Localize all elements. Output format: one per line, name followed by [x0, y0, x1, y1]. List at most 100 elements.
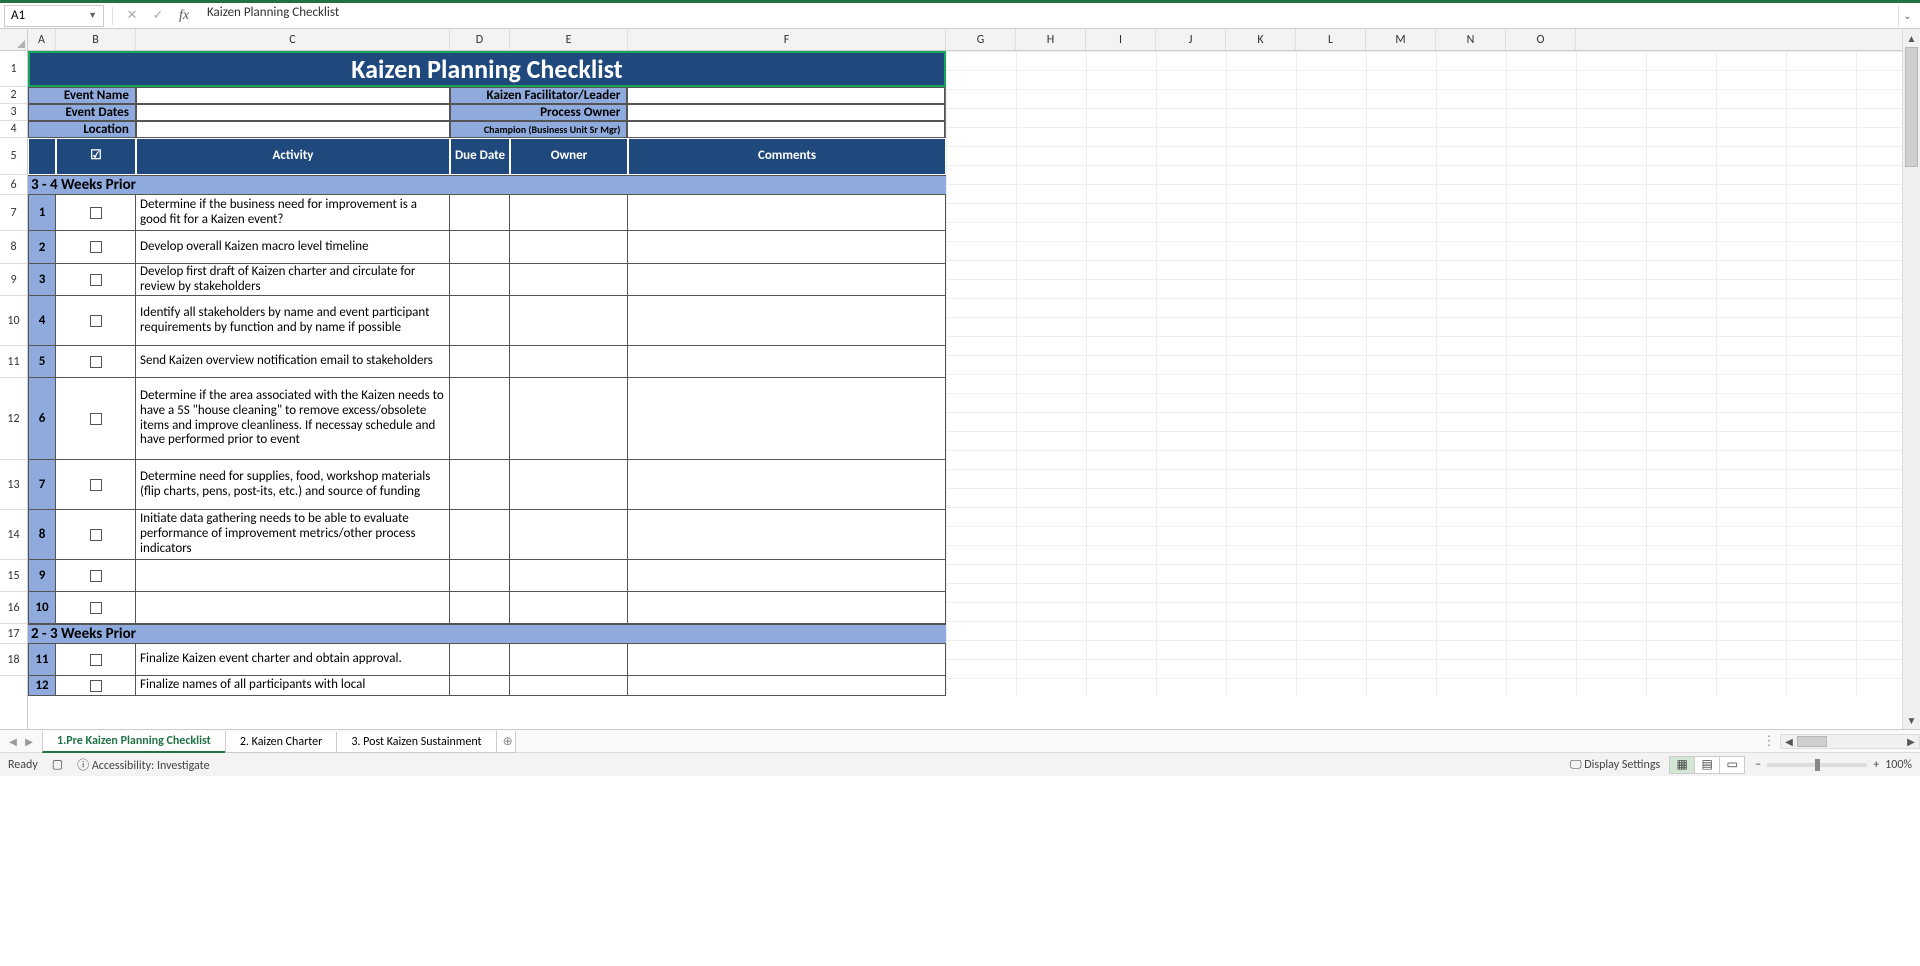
empty-grid[interactable] [946, 51, 1902, 696]
formula-input[interactable]: Kaizen Planning Checklist [199, 5, 1894, 27]
zoom-out-button[interactable]: − [1755, 758, 1761, 772]
activity-text[interactable]: Initiate data gathering needs to be able… [136, 510, 450, 559]
activity-checkbox[interactable] [56, 460, 136, 509]
display-settings-button[interactable]: 🖵 Display Settings [1570, 758, 1660, 772]
activity-comments[interactable] [628, 264, 946, 295]
row-header-17[interactable]: 17 [0, 624, 27, 644]
sheet-tab[interactable]: 3. Post Kaizen Sustainment [336, 732, 496, 753]
column-header-G[interactable]: G [946, 29, 1016, 50]
hscroll-thumb[interactable] [1797, 736, 1827, 747]
row-header-10[interactable]: 10 [0, 296, 27, 346]
name-box[interactable]: A1 ▼ [4, 5, 104, 27]
page-title[interactable]: Kaizen Planning Checklist [28, 51, 946, 87]
row-header-5[interactable]: 5 [0, 138, 27, 175]
meta-value-left[interactable] [136, 121, 450, 138]
activity-owner[interactable] [510, 346, 628, 377]
fx-button[interactable]: fx [173, 5, 195, 27]
activity-comments[interactable] [628, 560, 946, 591]
activity-owner[interactable] [510, 460, 628, 509]
accept-formula-button[interactable]: ✓ [147, 5, 169, 27]
activity-comments[interactable] [628, 195, 946, 230]
page-break-view-button[interactable]: ▭ [1719, 756, 1745, 774]
activity-checkbox[interactable] [56, 296, 136, 345]
activity-checkbox[interactable] [56, 592, 136, 623]
activity-owner[interactable] [510, 644, 628, 675]
row-header-14[interactable]: 14 [0, 510, 27, 560]
accessibility-status[interactable]: ⓘ Accessibility: Investigate [77, 756, 209, 773]
column-header-B[interactable]: B [56, 29, 136, 50]
activity-owner[interactable] [510, 592, 628, 623]
normal-view-button[interactable]: ▦ [1669, 756, 1695, 774]
row-header-2[interactable]: 2 [0, 87, 27, 104]
meta-value-left[interactable] [136, 87, 450, 104]
cancel-formula-button[interactable]: ✕ [121, 5, 143, 27]
column-header-A[interactable]: A [28, 29, 56, 50]
activity-due[interactable] [450, 676, 510, 695]
activity-due[interactable] [450, 510, 510, 559]
activity-comments[interactable] [628, 296, 946, 345]
sheet-tab[interactable]: 2. Kaizen Charter [225, 732, 338, 753]
horizontal-scrollbar[interactable]: ◀ ▶ [1780, 734, 1920, 749]
row-header-12[interactable]: 12 [0, 378, 27, 460]
vertical-scrollbar[interactable]: ▲ ▼ [1902, 29, 1920, 729]
activity-text[interactable]: Determine if the area associated with th… [136, 378, 450, 459]
column-header-H[interactable]: H [1016, 29, 1086, 50]
activity-due[interactable] [450, 592, 510, 623]
row-header-8[interactable]: 8 [0, 231, 27, 264]
activity-comments[interactable] [628, 460, 946, 509]
column-header-F[interactable]: F [628, 29, 946, 50]
activity-checkbox[interactable] [56, 378, 136, 459]
tab-options-button[interactable]: ⋮ [1758, 734, 1780, 749]
activity-text[interactable]: Develop overall Kaizen macro level timel… [136, 231, 450, 263]
activity-checkbox[interactable] [56, 231, 136, 263]
activity-checkbox[interactable] [56, 195, 136, 230]
column-header-L[interactable]: L [1296, 29, 1366, 50]
activity-due[interactable] [450, 346, 510, 377]
row-header-11[interactable]: 11 [0, 346, 27, 378]
activity-due[interactable] [450, 560, 510, 591]
activity-text[interactable]: Send Kaizen overview notification email … [136, 346, 450, 377]
activity-owner[interactable] [510, 510, 628, 559]
activity-text[interactable]: Determine need for supplies, food, works… [136, 460, 450, 509]
activity-comments[interactable] [628, 592, 946, 623]
activity-owner[interactable] [510, 296, 628, 345]
spreadsheet-area[interactable]: ABCDEFGHIJKLMNO Kaizen Planning Checklis… [28, 29, 1902, 729]
activity-due[interactable] [450, 378, 510, 459]
row-header-18[interactable]: 18 [0, 644, 27, 676]
row-header-9[interactable]: 9 [0, 264, 27, 296]
column-header-J[interactable]: J [1156, 29, 1226, 50]
activity-text[interactable]: Finalize Kaizen event charter and obtain… [136, 644, 450, 675]
activity-comments[interactable] [628, 231, 946, 263]
activity-text[interactable]: Identify all stakeholders by name and ev… [136, 296, 450, 345]
add-sheet-button[interactable]: ⊕ [496, 731, 516, 753]
activity-text[interactable] [136, 560, 450, 591]
activity-due[interactable] [450, 264, 510, 295]
tab-nav-next[interactable]: ▶ [22, 733, 36, 749]
macro-record-icon[interactable]: ▢ [52, 757, 63, 772]
row-header-13[interactable]: 13 [0, 460, 27, 510]
activity-checkbox[interactable] [56, 560, 136, 591]
select-all-corner[interactable] [0, 29, 27, 51]
activity-text[interactable]: Develop first draft of Kaizen charter an… [136, 264, 450, 295]
activity-owner[interactable] [510, 676, 628, 695]
activity-due[interactable] [450, 296, 510, 345]
activity-checkbox[interactable] [56, 644, 136, 675]
activity-text[interactable] [136, 592, 450, 623]
column-header-N[interactable]: N [1436, 29, 1506, 50]
meta-value-left[interactable] [136, 104, 450, 121]
sheet-tab[interactable]: 1.Pre Kaizen Planning Checklist [42, 731, 226, 753]
column-header-D[interactable]: D [450, 29, 510, 50]
zoom-level[interactable]: 100% [1885, 758, 1912, 772]
row-header-1[interactable]: 1 [0, 51, 27, 87]
activity-due[interactable] [450, 195, 510, 230]
row-header-7[interactable]: 7 [0, 195, 27, 231]
activity-owner[interactable] [510, 378, 628, 459]
scroll-thumb[interactable] [1905, 47, 1918, 167]
activity-checkbox[interactable] [56, 346, 136, 377]
column-header-C[interactable]: C [136, 29, 450, 50]
zoom-slider[interactable] [1767, 763, 1867, 767]
activity-owner[interactable] [510, 560, 628, 591]
meta-value-right[interactable] [627, 104, 945, 121]
zoom-in-button[interactable]: + [1873, 758, 1879, 772]
expand-formula-bar-button[interactable]: ⌄ [1898, 5, 1916, 27]
